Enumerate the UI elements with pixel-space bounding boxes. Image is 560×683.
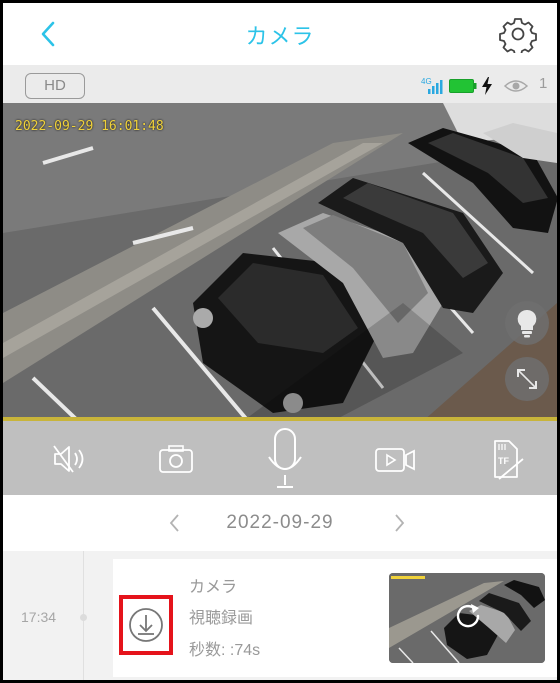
svg-text:TF: TF (498, 456, 509, 466)
page-title: カメラ (245, 24, 315, 49)
timeline-dot (80, 614, 87, 621)
fullscreen-button[interactable] (505, 357, 549, 401)
eye-icon (503, 80, 529, 92)
battery-icon (449, 79, 477, 93)
microphone-icon[interactable] (265, 427, 305, 491)
expand-icon (517, 369, 537, 389)
viewer-count: 1 (539, 75, 548, 92)
status-bar: HD 4G 1 (3, 65, 557, 103)
selected-date[interactable]: 2022-09-29 (3, 512, 557, 534)
charging-icon (482, 77, 492, 95)
light-bulb-icon (517, 309, 537, 338)
header: カメラ (3, 3, 557, 65)
live-video-view[interactable]: 2022-09-29 16:01:48 (3, 103, 557, 421)
gear-icon[interactable] (499, 15, 537, 53)
chevron-right-icon[interactable] (387, 509, 411, 537)
replay-icon (456, 604, 480, 628)
recording-camera-name: カメラ (189, 579, 238, 596)
recording-type: 視聴録画 (189, 610, 254, 627)
recording-time: 17:34 (21, 609, 57, 625)
recording-list: 17:34 カメラ 視聴録画 秒数: :74s (3, 551, 557, 680)
video-timestamp: 2022-09-29 16:01:48 (15, 119, 164, 134)
app-frame: カメラ HD 4G 1 2022-09-29 16:01:48 TF 2022-… (0, 0, 560, 683)
camera-icon[interactable] (157, 443, 195, 475)
recording-card[interactable]: カメラ 視聴録画 秒数: :74s (113, 559, 557, 677)
sd-card-icon[interactable]: TF (487, 437, 527, 481)
recording-thumbnail[interactable] (389, 573, 545, 663)
download-highlight (119, 595, 173, 655)
download-icon[interactable] (128, 607, 164, 643)
video-record-icon[interactable] (373, 443, 417, 475)
speaker-muted-icon[interactable] (51, 443, 89, 475)
light-button[interactable] (505, 301, 549, 345)
date-navigator: 2022-09-29 (3, 495, 557, 551)
signal-icon (428, 80, 443, 94)
control-bar: TF (3, 421, 557, 495)
quality-toggle-button[interactable]: HD (25, 73, 85, 99)
recording-duration: 秒数: :74s (189, 642, 261, 659)
parking-lot-scene (3, 103, 557, 421)
